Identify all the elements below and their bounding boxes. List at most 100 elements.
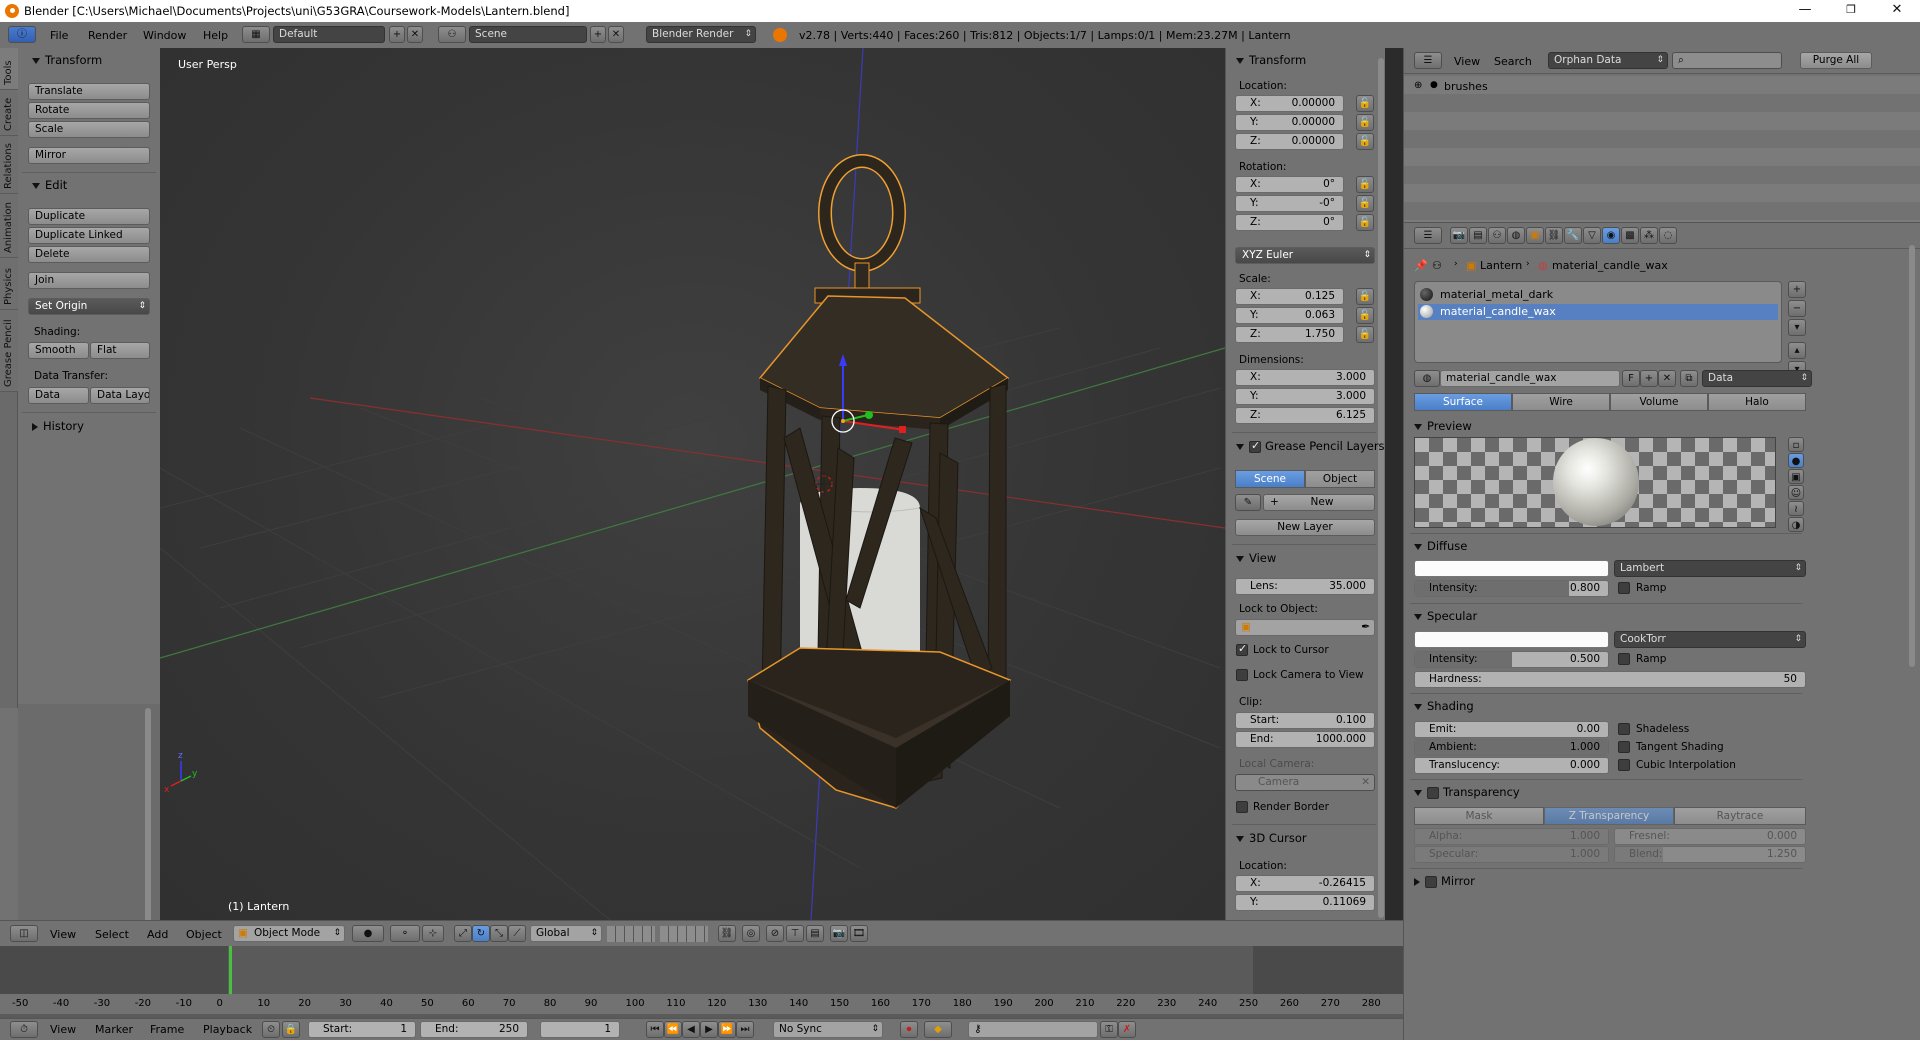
lock-range-icon[interactable]: 🔒	[282, 1021, 300, 1038]
mirror-button[interactable]: Mirror	[28, 147, 150, 164]
slot-specials-icon[interactable]: ▾	[1788, 319, 1806, 336]
constraints-tab-icon[interactable]: ⛓	[1545, 227, 1563, 244]
manipulator-extra-icon[interactable]: ⟋	[508, 925, 526, 942]
join-button[interactable]: Join	[28, 272, 150, 289]
data-transfer-button[interactable]: Data	[28, 387, 89, 404]
gp-pencil-icon[interactable]: ✎	[1235, 494, 1261, 511]
remove-scene-icon[interactable]: ✕	[608, 26, 624, 43]
menu-window[interactable]: Window	[143, 29, 186, 42]
delete-keyframe-icon[interactable]: ✗	[1118, 1021, 1136, 1038]
lock-location-y-icon[interactable]: 🔓	[1356, 114, 1374, 131]
rotation-x-field[interactable]: X: 0°	[1235, 176, 1344, 193]
render-still-icon[interactable]: 📷	[830, 925, 848, 942]
browse-material-icon[interactable]: ◍	[1414, 370, 1440, 387]
editor-type-info-icon[interactable]: ⓘ	[8, 26, 36, 43]
unlink-material-icon[interactable]: ✕	[1658, 370, 1676, 387]
lock-object-field[interactable]: ▣ ✒	[1235, 619, 1375, 636]
object-tab-icon[interactable]: ▣	[1526, 227, 1544, 244]
jump-keyframe-fwd-icon[interactable]: ⏩	[718, 1021, 736, 1038]
world-tab-icon[interactable]: ◍	[1507, 227, 1525, 244]
play-icon[interactable]: ▶	[700, 1021, 718, 1038]
snap-element-icon[interactable]: ⊤	[786, 925, 804, 942]
scale-manipulator-icon[interactable]: ⤡	[490, 925, 508, 942]
cursor-x-field[interactable]: X: -0.26415	[1235, 875, 1375, 892]
menu-help[interactable]: Help	[203, 29, 228, 42]
transparency-checkbox[interactable]	[1427, 786, 1439, 799]
move-slot-up-icon[interactable]: ▴	[1788, 342, 1806, 359]
shadeless-checkbox[interactable]	[1618, 723, 1630, 735]
menu-file[interactable]: File	[50, 29, 68, 42]
eyedropper-icon[interactable]: ✒	[1361, 620, 1370, 635]
menu-render[interactable]: Render	[88, 29, 127, 42]
lock-scale-y-icon[interactable]: 🔓	[1356, 307, 1374, 324]
set-origin-dropdown[interactable]: Set Origin	[28, 298, 150, 315]
diffuse-shader-dropdown[interactable]: Lambert	[1614, 560, 1806, 577]
material-link-dropdown[interactable]: Data	[1702, 370, 1812, 387]
specular-shader-dropdown[interactable]: CookTorr	[1614, 631, 1806, 648]
scale-button[interactable]: Scale	[28, 121, 150, 138]
record-icon[interactable]: ⏺	[900, 1021, 918, 1038]
dimension-x-field[interactable]: X: 3.000	[1235, 369, 1375, 386]
maximize-button[interactable]: ❐	[1828, 0, 1874, 22]
current-frame-line[interactable]	[229, 946, 232, 994]
lock-location-z-icon[interactable]: 🔓	[1356, 133, 1374, 150]
keying-icon[interactable]: ◆	[924, 1021, 952, 1038]
sync-mode-dropdown[interactable]: No Sync	[773, 1021, 883, 1038]
diffuse-ramp-checkbox[interactable]	[1618, 582, 1630, 594]
viewport-shading-icon[interactable]: ●	[352, 925, 384, 942]
scale-y-field[interactable]: Y: 0.063	[1235, 307, 1344, 324]
duplicate-button[interactable]: Duplicate	[28, 208, 150, 225]
display-mode-dropdown[interactable]: Orphan Data	[1548, 52, 1668, 69]
purge-all-button[interactable]: Purge All	[1800, 52, 1872, 69]
location-z-field[interactable]: Z: 0.00000	[1235, 133, 1344, 150]
tab-animation[interactable]: Animation	[0, 194, 18, 258]
pivot-point-icon[interactable]: ⚬	[390, 925, 420, 942]
diffuse-intensity-slider[interactable]: Intensity: 0.800	[1414, 580, 1609, 597]
rotate-manipulator-icon[interactable]: ↻	[472, 925, 490, 942]
preview-cube-icon[interactable]: ▣	[1788, 469, 1804, 484]
physics-tab-icon[interactable]: ◌	[1659, 227, 1677, 244]
rotation-y-field[interactable]: Y: -0°	[1235, 195, 1344, 212]
close-button[interactable]: ✕	[1874, 0, 1920, 22]
duplicate-linked-button[interactable]: Duplicate Linked	[28, 227, 150, 244]
modifiers-tab-icon[interactable]: 🔧	[1564, 227, 1582, 244]
tab-grease-pencil[interactable]: Grease Pencil	[0, 310, 18, 392]
manipulator-toggle-icon[interactable]: ⊹	[422, 925, 444, 942]
cursor-y-field[interactable]: Y: 0.11069	[1235, 894, 1375, 911]
preview-flat-icon[interactable]: ▫	[1788, 437, 1804, 452]
frame-end-field[interactable]: End: 250	[420, 1021, 528, 1038]
render-anim-icon[interactable]: 🎞	[850, 925, 868, 942]
proportional-edit-icon[interactable]: ◎	[742, 925, 760, 942]
dimension-z-field[interactable]: Z: 6.125	[1235, 407, 1375, 424]
translate-manipulator-icon[interactable]: ⤢	[454, 925, 472, 942]
tab-physics[interactable]: Physics	[0, 258, 18, 310]
remove-slot-icon[interactable]: −	[1788, 300, 1806, 317]
add-scene-icon[interactable]: +	[590, 26, 606, 43]
mirror-checkbox[interactable]	[1425, 875, 1437, 888]
screen-layout-icon[interactable]: ▦	[242, 26, 270, 43]
npanel-scrollbar[interactable]	[1378, 58, 1384, 918]
tab-tools[interactable]: Tools	[0, 48, 18, 90]
play-reverse-icon[interactable]: ◀	[682, 1021, 700, 1038]
translate-button[interactable]: Translate	[28, 83, 150, 100]
transparency-panel-header[interactable]: Transparency	[1414, 785, 1520, 799]
lock-rotation-x-icon[interactable]: 🔓	[1356, 176, 1374, 193]
edit-panel-header[interactable]: Edit	[32, 178, 67, 192]
tangent-shading-checkbox[interactable]	[1618, 741, 1630, 753]
current-frame-field[interactable]: 1	[540, 1021, 620, 1038]
minimize-button[interactable]: —	[1782, 0, 1828, 22]
transform-panel-header[interactable]: Transform	[32, 53, 102, 67]
expand-icon[interactable]: ⊕	[1414, 80, 1422, 91]
emit-field[interactable]: Emit: 0.00	[1414, 721, 1609, 738]
location-y-field[interactable]: Y: 0.00000	[1235, 114, 1344, 131]
editor-type-properties-icon[interactable]: ☰	[1414, 227, 1442, 244]
editor-type-3dview-icon[interactable]: ◫	[10, 925, 38, 942]
material-slot-metal[interactable]: material_metal_dark	[1418, 287, 1778, 303]
lock-layers-icon[interactable]: ⛓	[718, 925, 736, 942]
texture-tab-icon[interactable]: ▩	[1621, 227, 1639, 244]
location-x-field[interactable]: X: 0.00000	[1235, 95, 1344, 112]
outliner-menu-view[interactable]: View	[1454, 55, 1480, 68]
properties-scrollbar[interactable]	[1909, 245, 1915, 667]
3d-viewport[interactable]: z y x User Persp (1) Lantern	[160, 48, 1225, 920]
gp-scene-tab[interactable]: Scene	[1235, 470, 1305, 488]
